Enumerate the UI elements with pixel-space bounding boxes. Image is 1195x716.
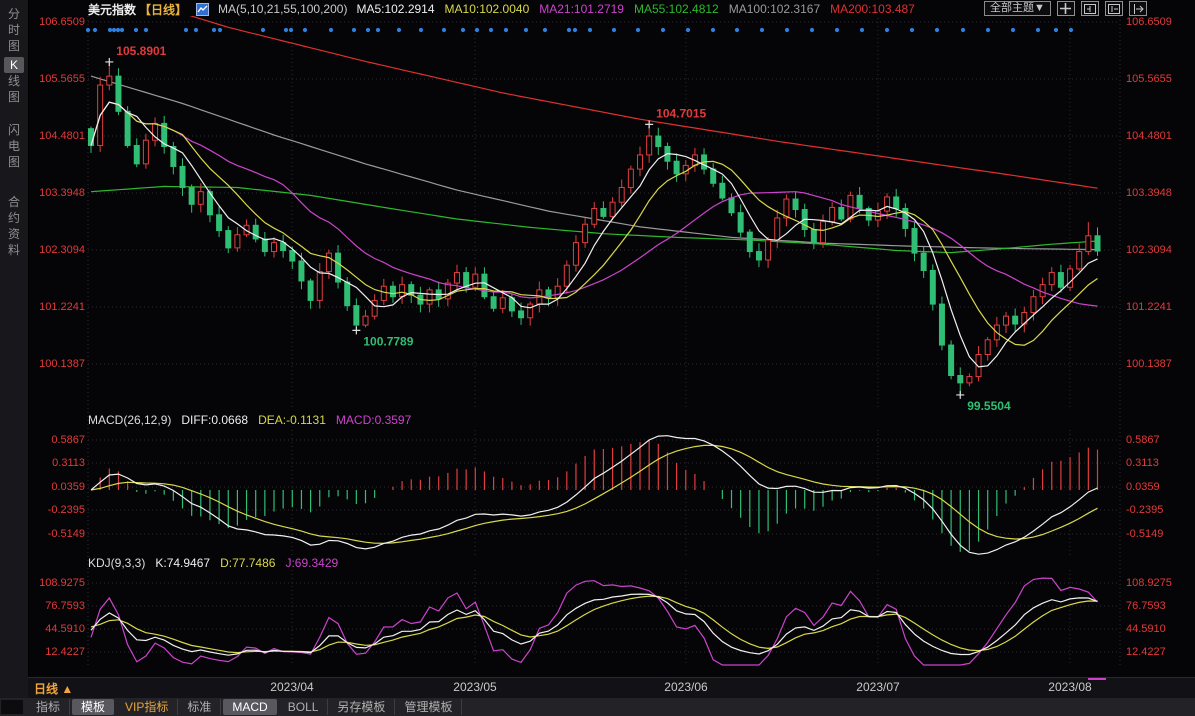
price-tick-left: 103.3948 <box>30 186 85 200</box>
kdj-tick-right: 76.7593 <box>1126 599 1186 613</box>
kdj-tick-left: 12.4227 <box>30 645 85 659</box>
trading-app-window: 分时图K线图闪电图合约资料 美元指数【日线】 MA(5,10,21,55,100… <box>0 0 1195 716</box>
price-annotation: 100.7789 <box>352 326 413 348</box>
bottom-tab-bar: 指标模板VIP指标标准MACDBOLL另存模板管理模板 <box>0 698 1195 716</box>
price-tick-right: 102.3094 <box>1126 243 1186 257</box>
price-tick-right: 106.6509 <box>1126 15 1186 29</box>
svg-text:105.8901: 105.8901 <box>116 44 166 58</box>
time-axis <box>28 677 1195 699</box>
chart-canvas[interactable]: 105.8901 104.7015 100.7789 99.5504 <box>0 0 1195 716</box>
tab-standard[interactable]: 标准 <box>178 699 221 715</box>
period-selector[interactable]: 日线 ▲ <box>34 680 73 697</box>
tab-templates[interactable]: 模板 <box>72 699 114 715</box>
time-label-2023/08: 2023/08 <box>1040 680 1100 694</box>
tab-boll[interactable]: BOLL <box>279 699 329 715</box>
kdj-tick-right: 12.4227 <box>1126 645 1186 659</box>
macd-tick-left: -0.2395 <box>30 503 85 517</box>
price-tick-right: 100.1387 <box>1126 357 1186 371</box>
price-tick-right: 105.5655 <box>1126 72 1186 86</box>
tab-row-corner <box>1 700 23 714</box>
price-tick-right: 103.3948 <box>1126 186 1186 200</box>
tab-manage-template[interactable]: 管理模板 <box>395 699 462 715</box>
tab-macd[interactable]: MACD <box>223 699 276 715</box>
macd-tick-right: -0.2395 <box>1126 503 1186 517</box>
macd-tick-right: 0.5867 <box>1126 433 1186 447</box>
price-tick-left: 104.4801 <box>30 129 85 143</box>
macd-tick-right: 0.0359 <box>1126 480 1186 494</box>
price-tick-left: 100.1387 <box>30 357 85 371</box>
price-annotation: 105.8901 <box>105 44 166 66</box>
kdj-tick-right: 44.5910 <box>1126 622 1186 636</box>
price-tick-left: 102.3094 <box>30 243 85 257</box>
tab-indicators[interactable]: 指标 <box>27 699 70 715</box>
macd-tick-left: 0.3113 <box>30 456 85 470</box>
kdj-tick-left: 76.7593 <box>30 599 85 613</box>
svg-text:99.5504: 99.5504 <box>967 399 1011 413</box>
svg-text:104.7015: 104.7015 <box>656 106 706 120</box>
time-label-2023/06: 2023/06 <box>656 680 716 694</box>
time-label-2023/04: 2023/04 <box>262 680 322 694</box>
macd-tick-right: 0.3113 <box>1126 456 1186 470</box>
macd-tick-left: 0.5867 <box>30 433 85 447</box>
kdj-tick-left: 44.5910 <box>30 622 85 636</box>
kdj-tick-left: 108.9275 <box>30 576 85 590</box>
price-annotation: 99.5504 <box>956 391 1011 413</box>
price-tick-left: 105.5655 <box>30 72 85 86</box>
macd-tick-left: -0.5149 <box>30 527 85 541</box>
price-tick-right: 101.2241 <box>1126 300 1186 314</box>
macd-tick-left: 0.0359 <box>30 480 85 494</box>
kdj-tick-right: 108.9275 <box>1126 576 1186 590</box>
price-tick-left: 106.6509 <box>30 15 85 29</box>
tab-vip-indicators[interactable]: VIP指标 <box>116 699 178 715</box>
price-tick-left: 101.2241 <box>30 300 85 314</box>
price-tick-right: 104.4801 <box>1126 129 1186 143</box>
time-label-2023/05: 2023/05 <box>445 680 505 694</box>
macd-tick-right: -0.5149 <box>1126 527 1186 541</box>
svg-text:100.7789: 100.7789 <box>363 334 413 348</box>
tab-save-template[interactable]: 另存模板 <box>328 699 395 715</box>
time-label-2023/07: 2023/07 <box>848 680 908 694</box>
